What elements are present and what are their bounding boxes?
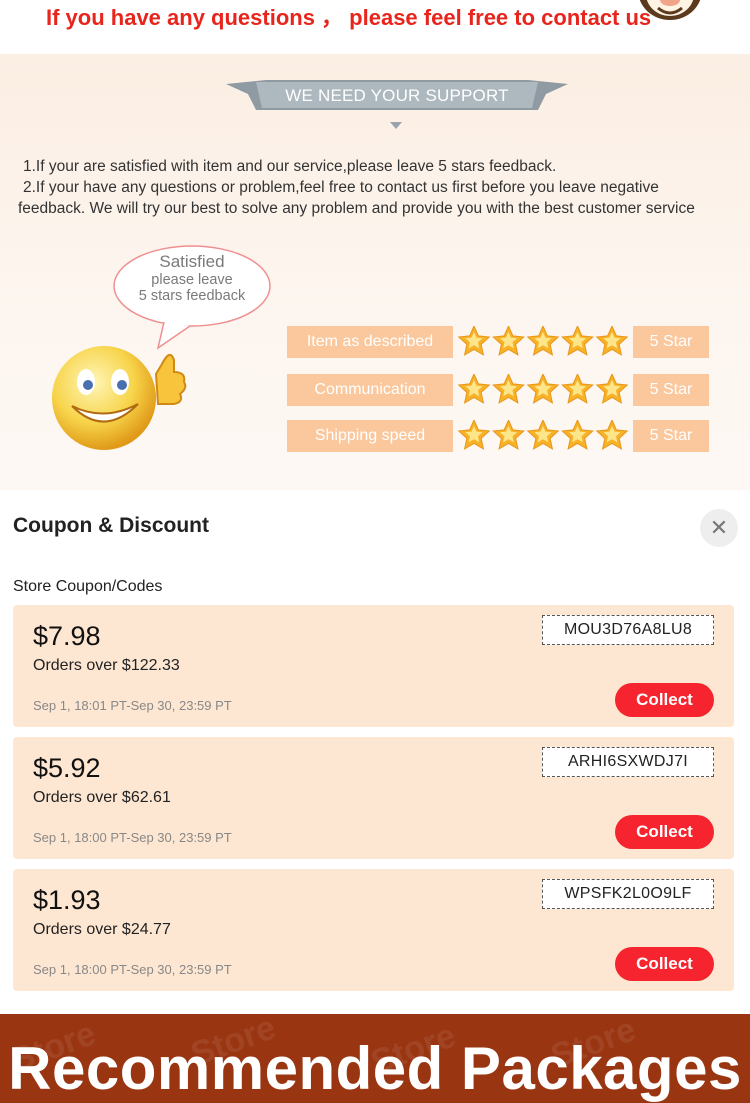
thumbs-up-smiley-icon xyxy=(52,346,187,450)
coupon-subtitle: Store Coupon/Codes xyxy=(13,578,163,595)
coupon-amount: $5.92 xyxy=(33,753,101,783)
coupon-card: $5.92 Orders over $62.61 Sep 1, 18:00 PT… xyxy=(13,737,734,859)
bubble-line-1: please leave xyxy=(151,272,233,288)
support-line-2: 2.If your have any questions or problem,… xyxy=(23,179,659,196)
coupon-code[interactable]: WPSFK2L0O9LF xyxy=(542,879,714,909)
recommended-header: Store Store Store Store Recommended Pack… xyxy=(0,1014,750,1103)
coupon-condition: Orders over $24.77 xyxy=(33,921,171,938)
coupon-amount: $1.93 xyxy=(33,885,101,915)
rating-row-communication: Communication 5 Star xyxy=(287,374,709,406)
rating-row-shipping: Shipping speed 5 Star xyxy=(287,420,709,452)
page: If you have any questions ， please feel … xyxy=(0,0,750,1103)
coupon-condition: Orders over $62.61 xyxy=(33,789,171,806)
coupon-date: Sep 1, 18:00 PT-Sep 30, 23:59 PT xyxy=(33,830,232,845)
rating-value: 5 Star xyxy=(633,420,709,452)
coupon-card: $7.98 Orders over $122.33 Sep 1, 18:01 P… xyxy=(13,605,734,727)
collect-button[interactable]: Collect xyxy=(615,815,714,849)
bubble-text: Satisfied please leave 5 stars feedback xyxy=(112,252,272,304)
support-line-3: feedback. We will try our best to solve … xyxy=(18,200,695,217)
star-rating-icons xyxy=(457,326,629,356)
chevron-down-icon xyxy=(390,122,402,129)
contact-text: If you have any questions ， please feel … xyxy=(46,5,652,30)
rating-label: Communication xyxy=(287,374,453,406)
collect-button[interactable]: Collect xyxy=(615,947,714,981)
close-icon: ✕ xyxy=(709,515,729,540)
coupon-condition: Orders over $122.33 xyxy=(33,657,180,674)
contact-bar: If you have any questions ， please feel … xyxy=(0,0,750,54)
star-rating-icons xyxy=(457,420,629,450)
rating-label: Item as described xyxy=(287,326,453,358)
collect-button[interactable]: Collect xyxy=(615,683,714,717)
rating-value: 5 Star xyxy=(633,374,709,406)
close-button[interactable]: ✕ xyxy=(700,509,738,547)
coupon-code[interactable]: ARHI6SXWDJ7I xyxy=(542,747,714,777)
coupon-card: $1.93 Orders over $24.77 Sep 1, 18:00 PT… xyxy=(13,869,734,991)
mascot-face-icon xyxy=(639,0,701,20)
rating-row-item: Item as described 5 Star xyxy=(287,326,709,358)
coupon-date: Sep 1, 18:01 PT-Sep 30, 23:59 PT xyxy=(33,698,232,713)
coupon-amount: $7.98 xyxy=(33,621,101,651)
star-rating-icons xyxy=(457,374,629,404)
coupon-panel: Coupon & Discount ✕ Store Coupon/Codes $… xyxy=(0,490,750,1014)
coupon-date: Sep 1, 18:00 PT-Sep 30, 23:59 PT xyxy=(33,962,232,977)
bubble-line-2: 5 stars feedback xyxy=(138,288,246,304)
support-banner: WE NEED YOUR SUPPORT xyxy=(226,80,568,110)
rating-value: 5 Star xyxy=(633,326,709,358)
support-instructions: 1.If your are satisfied with item and ou… xyxy=(18,156,750,219)
rating-label: Shipping speed xyxy=(287,420,453,452)
coupon-code[interactable]: MOU3D76A8LU8 xyxy=(542,615,714,645)
coupon-title: Coupon & Discount xyxy=(13,514,209,537)
support-banner-text: WE NEED YOUR SUPPORT xyxy=(285,86,509,105)
support-section: WE NEED YOUR SUPPORT 1.If your are satis… xyxy=(0,54,750,490)
bubble-title: Satisfied xyxy=(159,252,225,271)
support-line-1: 1.If your are satisfied with item and ou… xyxy=(23,158,557,175)
recommended-title: Recommended Packages xyxy=(8,1035,742,1102)
